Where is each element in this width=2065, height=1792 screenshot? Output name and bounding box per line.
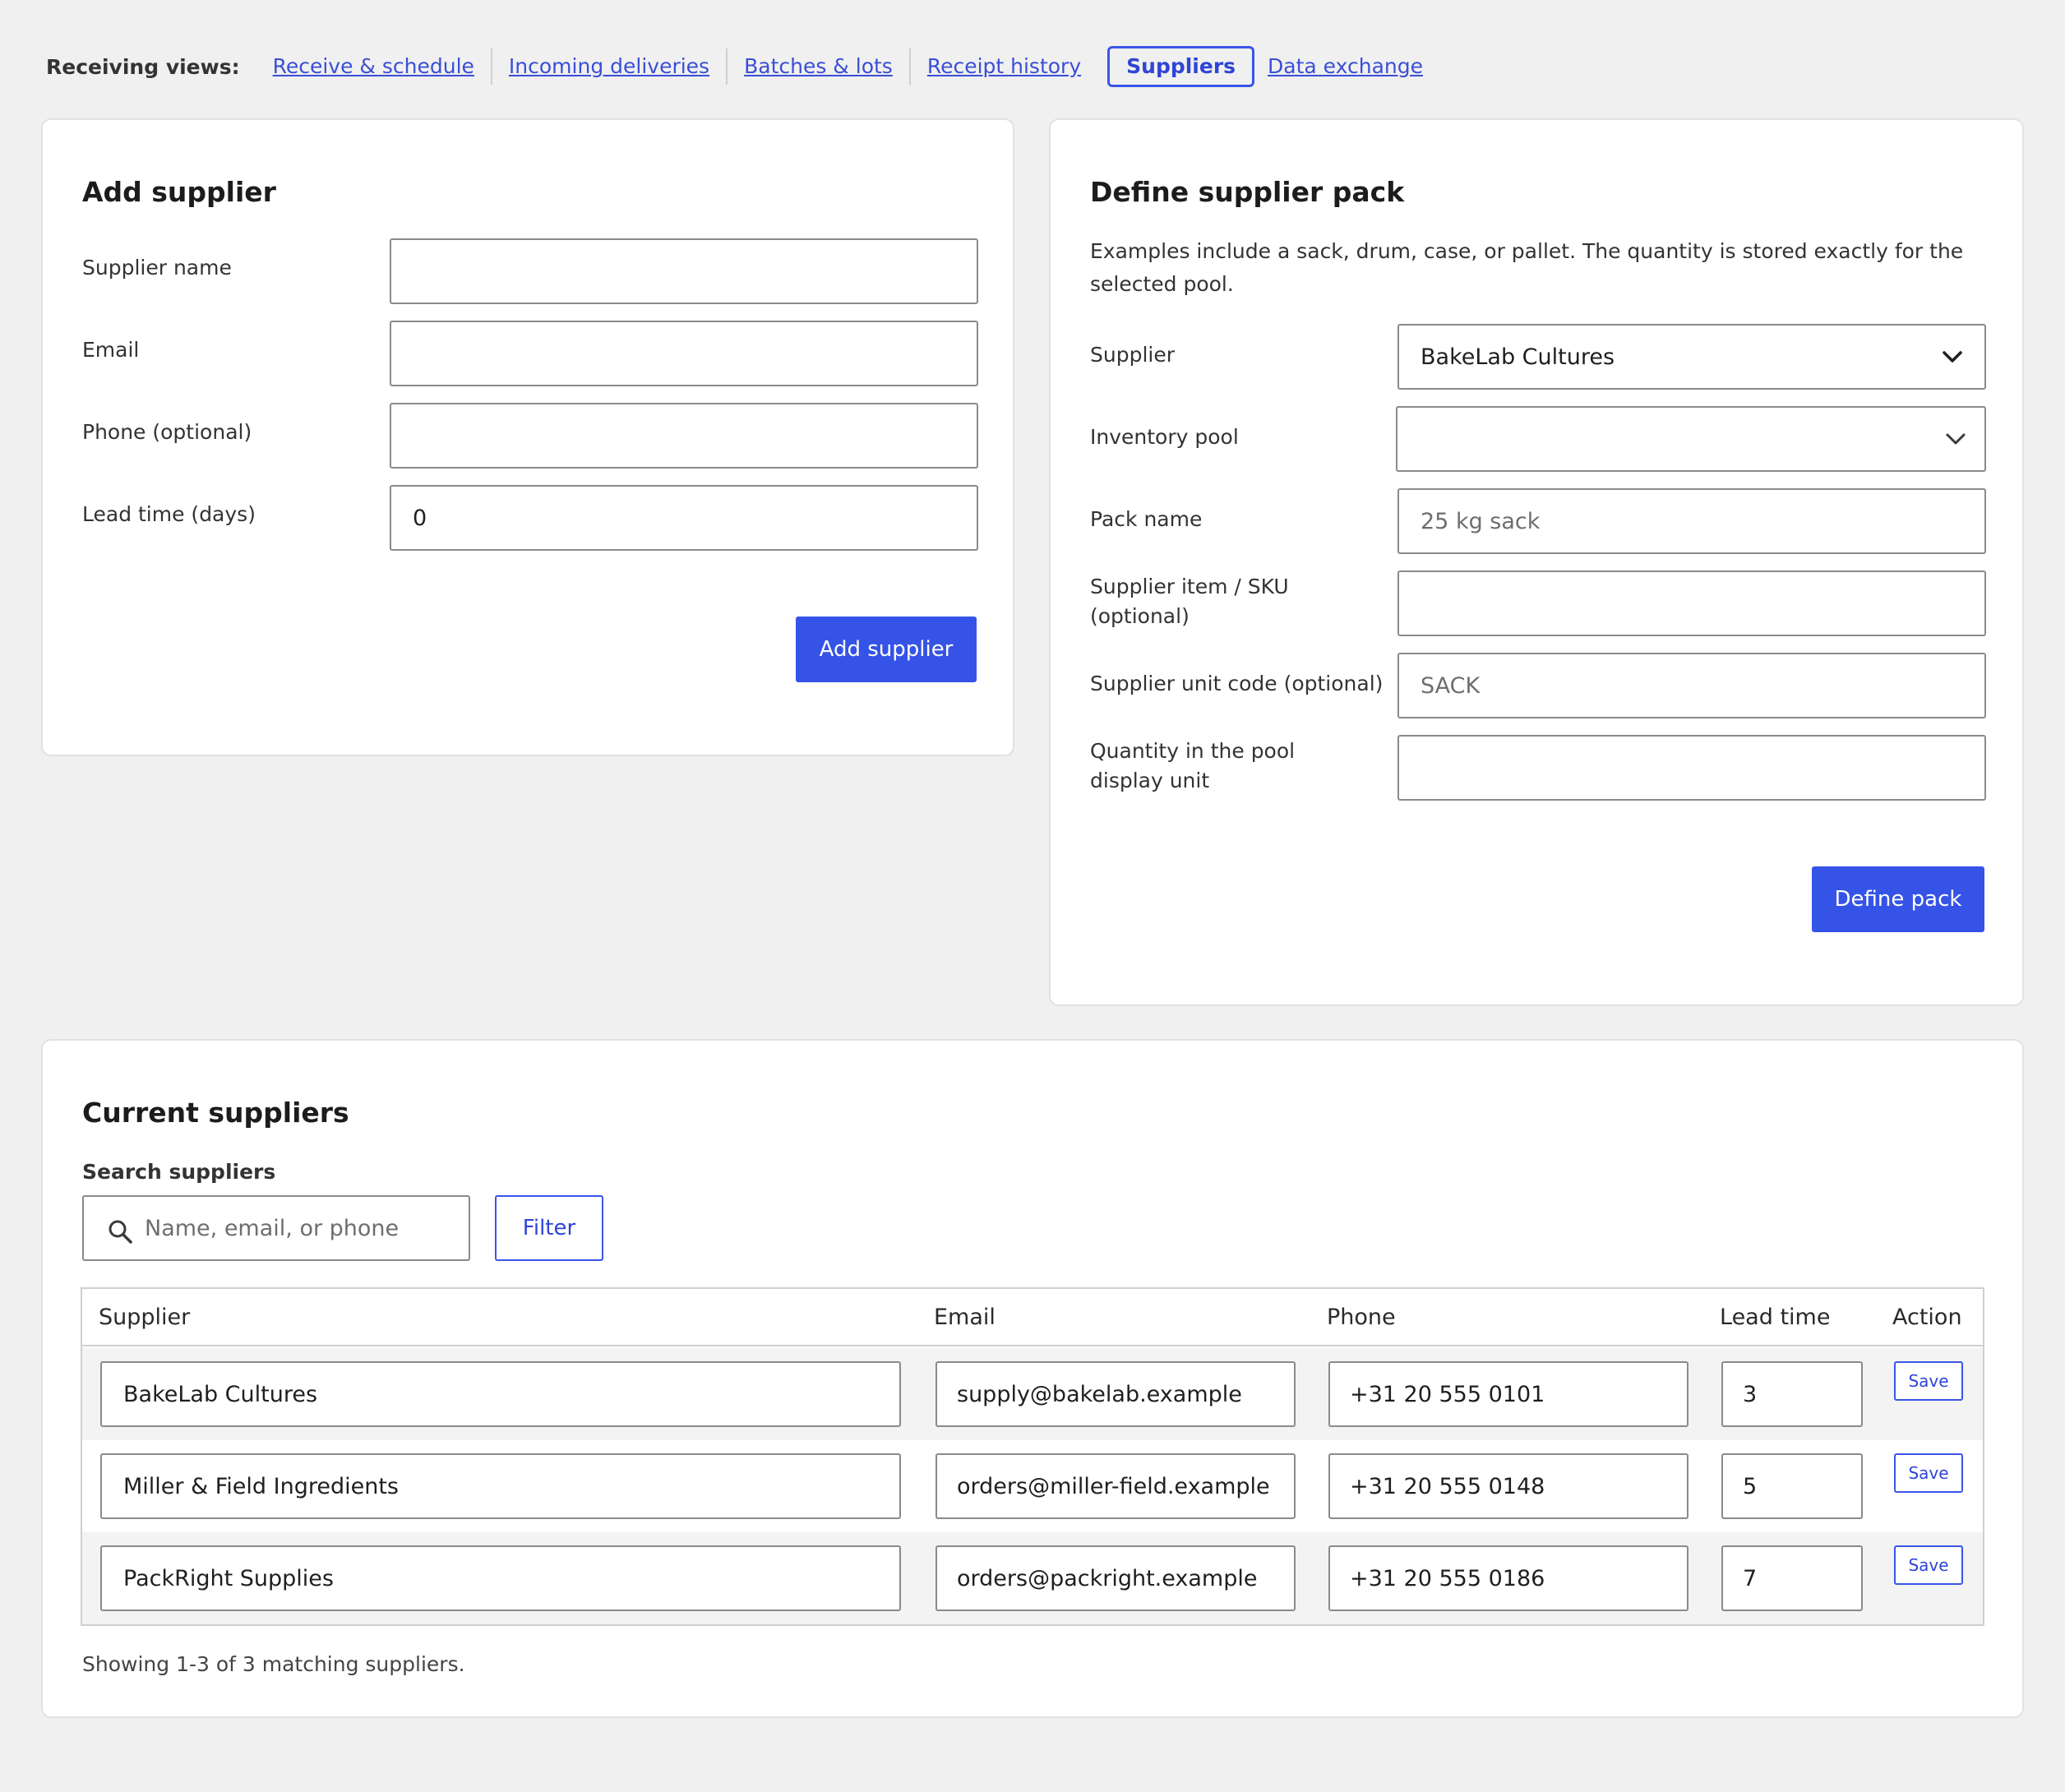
search-icon [109, 1220, 132, 1244]
row-save-button[interactable]: Save [1894, 1361, 1963, 1401]
search-field[interactable] [82, 1195, 470, 1261]
row-supplier-name-input[interactable]: PackRight Supplies [100, 1545, 901, 1611]
add-supplier-button[interactable]: Add supplier [796, 617, 977, 682]
row-email-input[interactable]: orders@miller-field.example [935, 1453, 1296, 1519]
row-supplier-name-input[interactable]: Miller & Field Ingredients [100, 1453, 901, 1519]
lead-time-label: Lead time (days) [82, 502, 256, 526]
table-header: Supplier Email Phone Lead time Action [82, 1289, 1983, 1346]
define-pack-button[interactable]: Define pack [1812, 866, 1984, 932]
search-suppliers-label: Search suppliers [82, 1160, 276, 1184]
inventory-pool-label: Inventory pool [1090, 425, 1239, 449]
nav-link-receive-schedule[interactable]: Receive & schedule [273, 48, 491, 85]
quantity-input[interactable] [1397, 735, 1986, 801]
row-supplier-name-input[interactable]: BakeLab Cultures [100, 1361, 901, 1427]
column-header-lead-time: Lead time [1720, 1305, 1831, 1330]
row-save-button[interactable]: Save [1894, 1545, 1963, 1585]
suppliers-table: Supplier Email Phone Lead time Action Ba… [81, 1287, 1984, 1626]
row-save-button[interactable]: Save [1894, 1453, 1963, 1493]
row-phone-input[interactable]: +31 20 555 0101 [1328, 1361, 1688, 1427]
email-label: Email [82, 338, 140, 362]
column-header-supplier: Supplier [99, 1305, 191, 1330]
search-input[interactable] [133, 1197, 467, 1259]
receiving-views-nav: Receiving views: Receive & schedule Inco… [46, 46, 1439, 87]
lead-time-input[interactable] [390, 485, 978, 551]
table-row: Miller & Field Ingredients orders@miller… [82, 1440, 1983, 1532]
row-phone-input[interactable]: +31 20 555 0148 [1328, 1453, 1688, 1519]
pack-name-label: Pack name [1090, 507, 1203, 531]
phone-input[interactable] [390, 403, 978, 469]
column-header-action: Action [1892, 1305, 1962, 1330]
nav-link-receipt-history[interactable]: Receipt history [911, 48, 1097, 85]
row-lead-time-input[interactable]: 5 [1721, 1453, 1863, 1519]
row-email-input[interactable]: supply@bakelab.example [935, 1361, 1296, 1427]
nav-link-incoming-deliveries[interactable]: Incoming deliveries [492, 48, 726, 85]
row-lead-time-input[interactable]: 3 [1721, 1361, 1863, 1427]
unit-code-input[interactable] [1397, 653, 1986, 718]
pack-name-input[interactable] [1397, 488, 1986, 554]
supplier-name-input[interactable] [390, 238, 978, 304]
chevron-down-icon [1946, 433, 1966, 445]
pack-supplier-label: Supplier [1090, 343, 1176, 367]
sku-label: Supplier item / SKU (optional) [1090, 575, 1289, 628]
sku-input[interactable] [1397, 570, 1986, 636]
chevron-down-icon [1943, 351, 1962, 363]
row-lead-time-input[interactable]: 7 [1721, 1545, 1863, 1611]
supplier-name-label: Supplier name [82, 256, 232, 279]
row-phone-input[interactable]: +31 20 555 0186 [1328, 1545, 1688, 1611]
unit-code-label: Supplier unit code (optional) [1090, 672, 1384, 695]
column-header-email: Email [934, 1305, 996, 1330]
pack-supplier-select[interactable]: BakeLab Cultures [1397, 324, 1986, 390]
phone-label: Phone (optional) [82, 420, 252, 444]
define-pack-title: Define supplier pack [1090, 176, 1405, 208]
add-supplier-card: Add supplier Supplier name Email Phone (… [41, 118, 1014, 756]
define-pack-description: Examples include a sack, drum, case, or … [1090, 239, 1964, 296]
quantity-label: Quantity in the pool display unit [1090, 739, 1296, 792]
define-pack-card: Define supplier pack Examples include a … [1049, 118, 2024, 1006]
row-email-input[interactable]: orders@packright.example [935, 1545, 1296, 1611]
nav-link-suppliers[interactable]: Suppliers [1107, 46, 1255, 87]
inventory-pool-select[interactable] [1396, 406, 1986, 472]
nav-link-data-exchange[interactable]: Data exchange [1268, 48, 1439, 85]
column-header-phone: Phone [1327, 1305, 1396, 1330]
add-supplier-title: Add supplier [82, 176, 276, 208]
table-row: BakeLab Cultures supply@bakelab.example … [82, 1348, 1983, 1440]
table-row: PackRight Supplies orders@packright.exam… [82, 1532, 1983, 1624]
pack-supplier-selected: BakeLab Cultures [1421, 344, 1615, 370]
nav-link-batches-lots[interactable]: Batches & lots [728, 48, 909, 85]
current-suppliers-title: Current suppliers [82, 1097, 349, 1129]
filter-button[interactable]: Filter [495, 1195, 603, 1261]
results-count: Showing 1-3 of 3 matching suppliers. [82, 1652, 465, 1676]
email-input[interactable] [390, 321, 978, 386]
nav-label: Receiving views: [46, 54, 240, 79]
